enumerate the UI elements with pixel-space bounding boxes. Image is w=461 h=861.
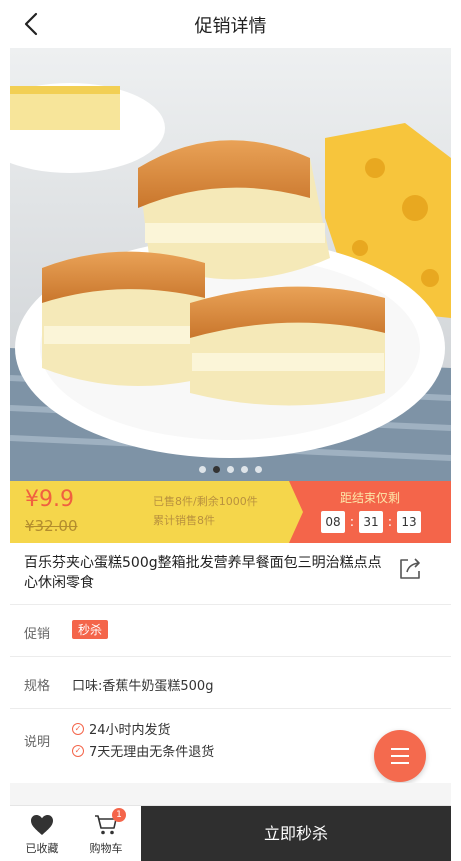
cart-count-badge: 1 — [112, 808, 126, 822]
original-price: ¥32.00 — [25, 517, 78, 535]
spec-label: 规格 — [24, 679, 51, 694]
top-nav-bar: 促销详情 — [0, 0, 461, 48]
time-separator: : — [349, 514, 355, 530]
share-button[interactable] — [396, 555, 424, 583]
carousel-dots — [10, 466, 451, 473]
countdown-timer: 08 : 31 : 13 — [321, 511, 421, 533]
promo-price-bar: ¥9.9 ¥32.00 已售8件/剩余1000件 累计销售8件 距结束仅剩 08… — [10, 481, 451, 543]
check-circle-icon: ✓ — [72, 744, 84, 757]
favorite-label: 已收藏 — [25, 842, 59, 855]
notes-label: 说明 — [24, 735, 51, 750]
bottom-action-bar: 已收藏 1 购物车 立即秒杀 — [10, 805, 451, 861]
sale-price: ¥9.9 — [25, 487, 74, 512]
total-sold-text: 累计销售8件 — [153, 514, 215, 527]
promo-row: 促销 秒杀 — [10, 604, 451, 656]
product-title: 百乐芬夹心蛋糕500g整箱批发营养早餐面包三明治糕点点心休闲零食 — [24, 555, 382, 591]
flash-buy-button[interactable]: 立即秒杀 — [141, 806, 451, 861]
product-image-carousel[interactable] — [10, 48, 451, 481]
sold-remaining-text: 已售8件/剩余1000件 — [153, 495, 258, 508]
note-item: ✓ 24小时内发货 — [72, 719, 171, 738]
menu-icon — [391, 762, 409, 764]
promo-label: 促销 — [24, 627, 51, 642]
check-circle-icon: ✓ — [72, 722, 84, 735]
note-item: ✓ 7天无理由无条件退货 — [72, 741, 214, 760]
promo-tag: 秒杀 — [72, 620, 109, 639]
page-title: 促销详情 — [194, 16, 267, 37]
carousel-dot[interactable] — [241, 466, 248, 473]
floating-menu-button[interactable] — [374, 730, 426, 782]
countdown-minutes: 31 — [359, 511, 383, 533]
heart-icon — [31, 815, 53, 835]
menu-icon — [391, 748, 409, 750]
note-text: 7天无理由无条件退货 — [89, 745, 215, 760]
spec-value: 口味:香蕉牛奶蛋糕500g — [72, 679, 214, 694]
carousel-dot[interactable] — [227, 466, 234, 473]
cart-button[interactable]: 1 购物车 — [74, 806, 138, 861]
spec-row[interactable]: 规格 口味:香蕉牛奶蛋糕500g — [10, 656, 451, 708]
countdown-seconds: 13 — [397, 511, 421, 533]
cart-label: 购物车 — [89, 842, 123, 855]
countdown-hours: 08 — [321, 511, 345, 533]
menu-icon — [391, 755, 409, 757]
carousel-dot[interactable] — [199, 466, 206, 473]
favorite-button[interactable]: 已收藏 — [10, 806, 74, 861]
carousel-dot[interactable] — [213, 466, 220, 473]
share-icon — [400, 558, 420, 579]
countdown-panel: 距结束仅剩 08 : 31 : 13 — [289, 481, 451, 543]
note-text: 24小时内发货 — [89, 723, 171, 738]
countdown-label: 距结束仅剩 — [339, 491, 400, 505]
section-divider — [10, 783, 451, 805]
carousel-dot[interactable] — [255, 466, 262, 473]
time-separator: : — [387, 514, 393, 530]
product-photo — [10, 48, 451, 481]
